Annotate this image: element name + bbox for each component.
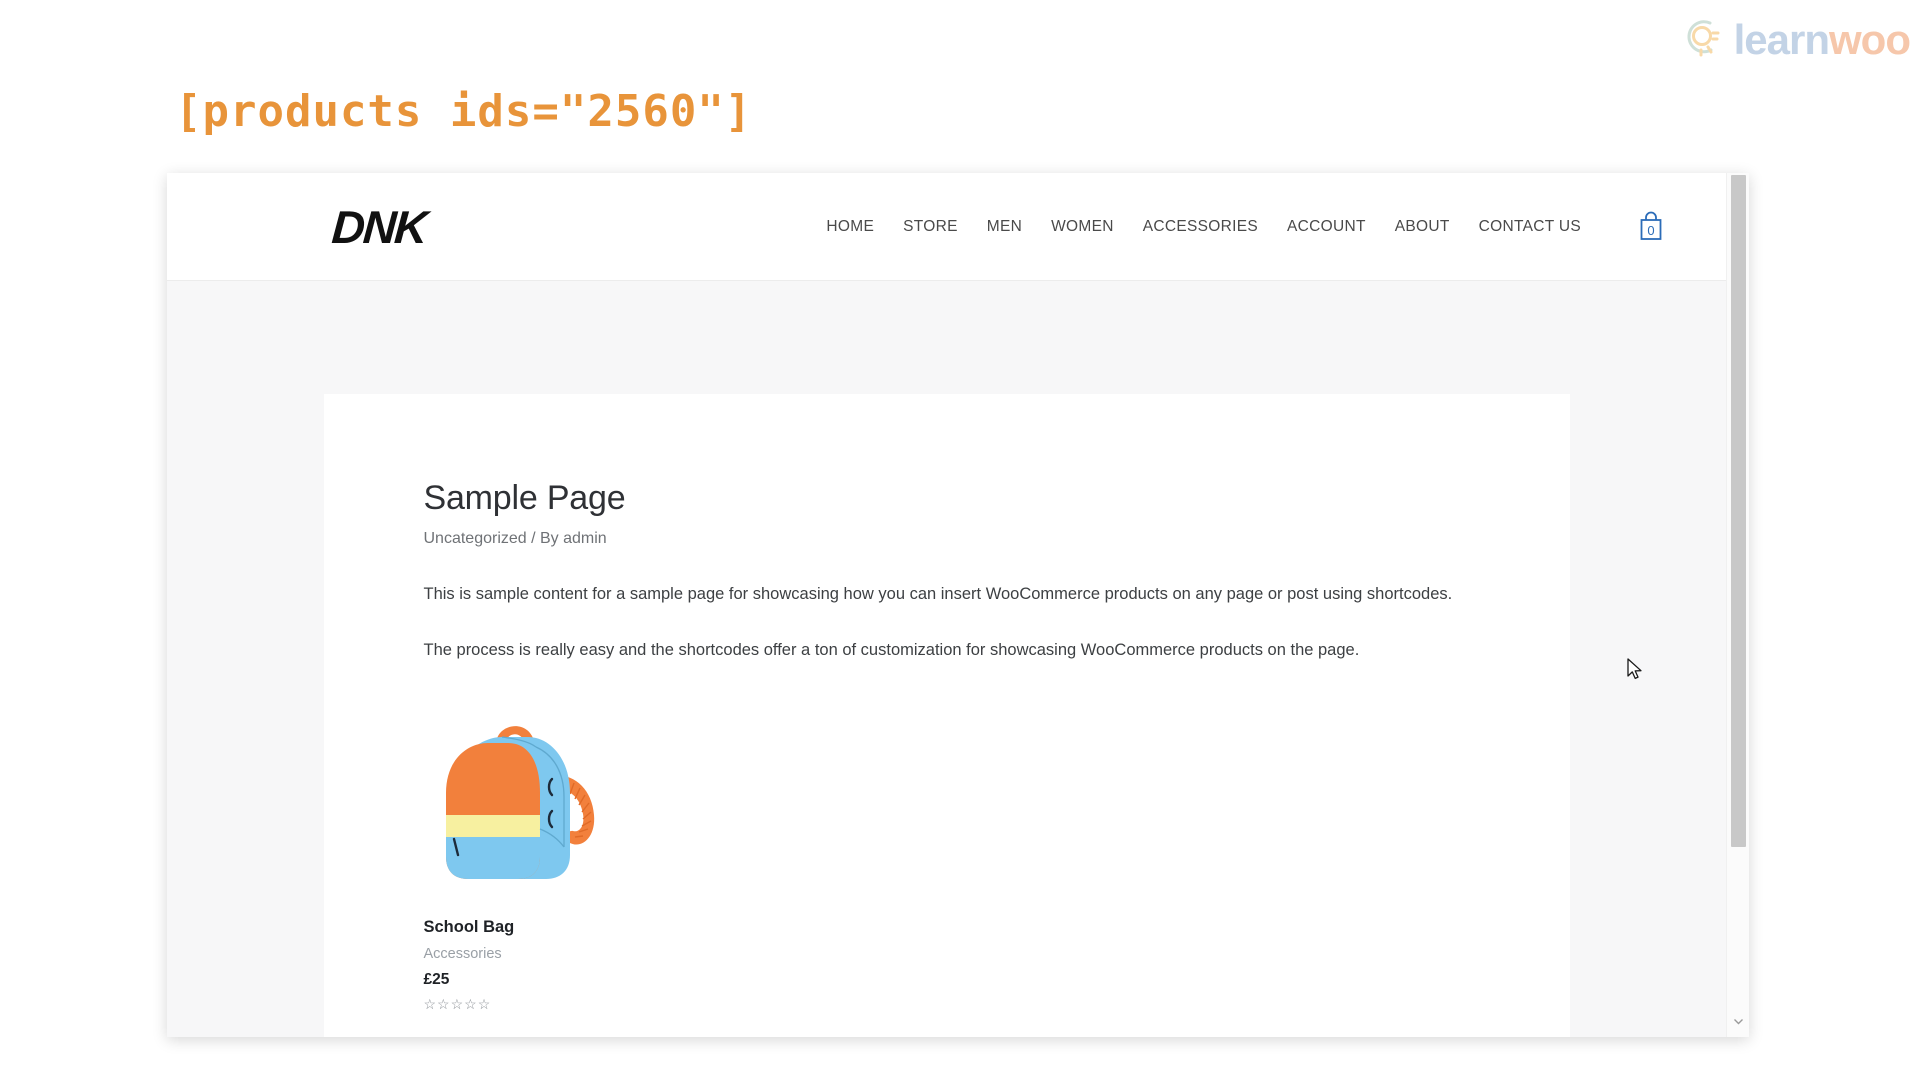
nav-item-account[interactable]: ACCOUNT: [1287, 218, 1366, 236]
main-navigation: HOME STORE MEN WOMEN ACCESSORIES ACCOUNT…: [826, 210, 1666, 244]
browser-window: DNK HOME STORE MEN WOMEN ACCESSORIES ACC…: [167, 173, 1749, 1037]
post-meta: Uncategorized / By admin: [423, 530, 607, 547]
cart-count: 0: [1647, 222, 1655, 238]
nav-item-men[interactable]: MEN: [987, 218, 1022, 236]
watermark-learn-text: learn: [1733, 15, 1830, 63]
scrollbar-thumb[interactable]: [1731, 175, 1746, 847]
nav-item-women[interactable]: WOMEN: [1051, 218, 1114, 236]
site-header: DNK HOME STORE MEN WOMEN ACCESSORIES ACC…: [167, 173, 1726, 281]
watermark-woo-text: woo: [1829, 15, 1911, 63]
page-title: Sample Page: [423, 479, 626, 517]
nav-item-accessories[interactable]: ACCESSORIES: [1143, 218, 1258, 236]
sun-circle-icon: [1680, 14, 1726, 65]
product-title[interactable]: School Bag: [424, 918, 1470, 937]
nav-item-about[interactable]: ABOUT: [1395, 218, 1450, 236]
nav-item-home[interactable]: HOME: [826, 218, 874, 236]
page-viewport: DNK HOME STORE MEN WOMEN ACCESSORIES ACC…: [167, 173, 1726, 1037]
cart-button[interactable]: 0: [1636, 210, 1666, 244]
shortcode-heading: [products ids="2560"]: [175, 86, 753, 137]
post-paragraph-2: The process is really easy and the short…: [423, 640, 1360, 659]
page-band: [167, 281, 1726, 394]
product-card[interactable]: School Bag Accessories £25 ☆☆☆☆☆: [424, 697, 1470, 1013]
product-category: Accessories: [423, 946, 502, 963]
chevron-down-icon[interactable]: [1732, 1015, 1745, 1028]
product-price: £25: [423, 971, 450, 989]
vertical-scrollbar[interactable]: [1726, 173, 1749, 1037]
watermark-wordmark: learnwoo: [1733, 15, 1911, 63]
learnwoo-watermark: learnwoo: [1680, 14, 1911, 65]
backpack-illustration[interactable]: [424, 697, 634, 892]
product-rating-stars[interactable]: ☆☆☆☆☆: [424, 996, 1470, 1013]
nav-item-store[interactable]: STORE: [903, 218, 958, 236]
content-card: Sample Page Uncategorized / By admin Thi…: [323, 394, 1570, 1037]
brand-logo[interactable]: DNK: [330, 200, 427, 254]
post-paragraph-1: This is sample content for a sample page…: [423, 585, 1453, 603]
nav-item-contact-us[interactable]: CONTACT US: [1479, 218, 1581, 236]
